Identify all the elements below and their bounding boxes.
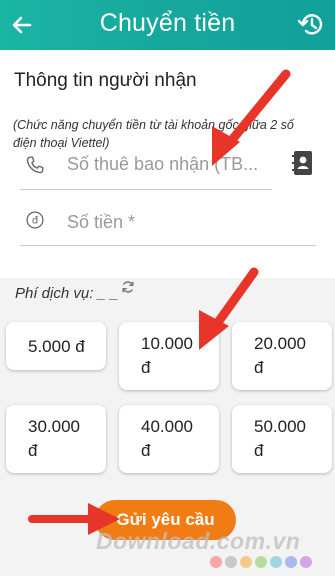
recipient-card: Thông tin người nhận (Chức năng chuyển t… bbox=[0, 50, 335, 278]
amount-placeholder: Số tiền * bbox=[67, 212, 136, 232]
watermark-dot bbox=[255, 556, 267, 568]
amount-option-50000[interactable]: 50.000 đ bbox=[232, 405, 332, 473]
watermark: Download.com.vn bbox=[96, 528, 301, 554]
phone-underline bbox=[20, 189, 272, 190]
amount-option-10000[interactable]: 10.000 đ bbox=[119, 322, 219, 390]
watermark-dot bbox=[240, 556, 252, 568]
page-title: Chuyển tiền bbox=[99, 9, 236, 37]
history-icon[interactable] bbox=[297, 10, 325, 38]
svg-text:đ: đ bbox=[32, 215, 39, 226]
amount-option-40000[interactable]: 40.000 đ bbox=[119, 405, 219, 473]
watermark-dot bbox=[270, 556, 282, 568]
amount-option-30000[interactable]: 30.000 đ bbox=[6, 405, 106, 473]
refresh-icon[interactable] bbox=[121, 280, 135, 294]
app-header: Chuyển tiền bbox=[0, 0, 335, 50]
amount-underline bbox=[20, 245, 316, 246]
watermark-dot bbox=[225, 556, 237, 568]
amount-option-20000[interactable]: 20.000 đ bbox=[232, 322, 332, 390]
amount-field[interactable]: đ Số tiền * bbox=[20, 200, 316, 246]
section-title: Thông tin người nhận bbox=[14, 70, 197, 91]
service-fee-label: Phí dịch vụ: _ _ bbox=[15, 285, 119, 302]
watermark-dot bbox=[285, 556, 297, 568]
watermark-dot bbox=[210, 556, 222, 568]
phone-icon bbox=[26, 156, 44, 174]
dong-icon: đ bbox=[26, 211, 44, 229]
amount-option-5000[interactable]: 5.000 đ bbox=[6, 322, 106, 370]
contact-book-icon[interactable] bbox=[292, 150, 314, 176]
phone-field[interactable]: Số thuê bao nhận (TB... bbox=[20, 146, 272, 190]
phone-placeholder: Số thuê bao nhận (TB... bbox=[67, 154, 259, 174]
watermark-dot bbox=[300, 556, 312, 568]
